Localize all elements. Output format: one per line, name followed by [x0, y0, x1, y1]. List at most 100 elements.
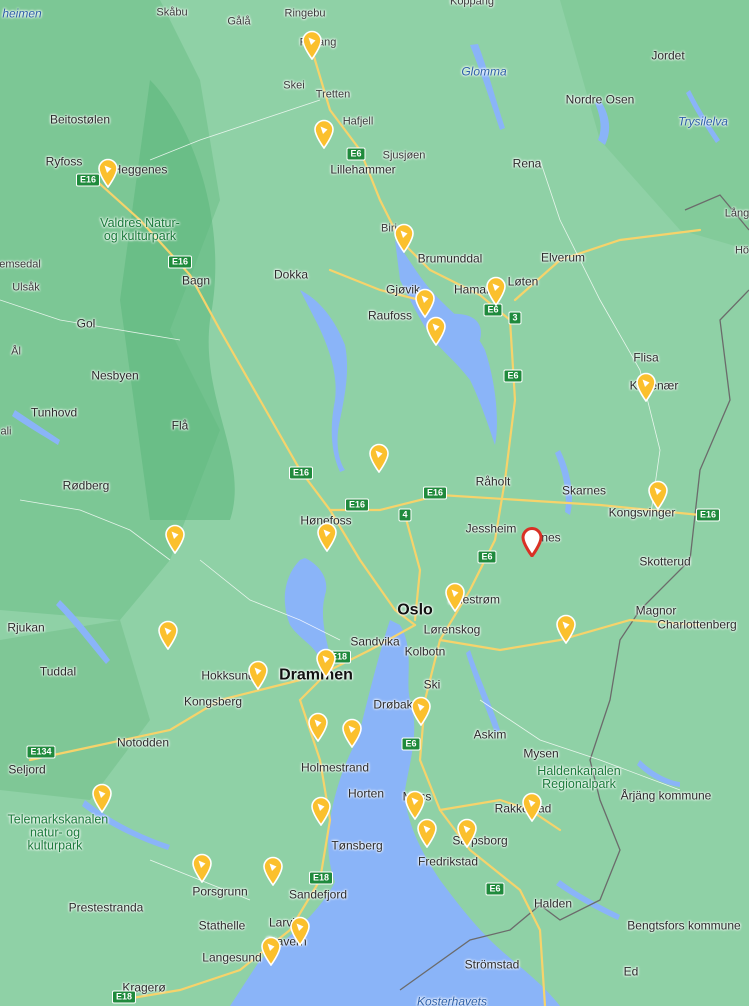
- location-pin-icon[interactable]: [191, 853, 213, 883]
- location-pin-icon[interactable]: [97, 158, 119, 188]
- location-pin-icon[interactable]: [368, 443, 390, 473]
- location-pin-icon[interactable]: [635, 372, 657, 402]
- place-label: Langesund: [202, 950, 262, 965]
- place-label: Stathelle: [198, 918, 246, 933]
- road-shield: E6: [477, 550, 497, 564]
- location-pin-icon[interactable]: [647, 480, 669, 510]
- place-label: Kongsberg: [183, 694, 243, 709]
- place-label: Skåbu: [156, 6, 188, 19]
- place-label: Halden: [533, 896, 573, 911]
- location-pin-icon[interactable]: [91, 783, 113, 813]
- place-label: Prestestranda: [68, 900, 144, 915]
- place-label: Hö: [734, 244, 749, 257]
- location-pin-icon[interactable]: [521, 792, 543, 822]
- place-label: Trysilelva: [678, 114, 728, 129]
- location-pin-icon[interactable]: [313, 119, 335, 149]
- place-label: Dokka: [273, 267, 309, 282]
- place-label: Tuddal: [39, 664, 77, 679]
- place-label: Flå: [171, 418, 189, 433]
- place-label: Lång: [724, 207, 749, 220]
- location-pin-icon[interactable]: [341, 718, 363, 748]
- place-label: Råholt: [475, 474, 511, 489]
- location-pin-icon[interactable]: [307, 712, 329, 742]
- place-label: Drøbak: [373, 697, 413, 712]
- place-label: Ski: [423, 677, 441, 692]
- location-pin-icon[interactable]: [410, 696, 432, 726]
- place-label: Sandvika: [350, 634, 400, 649]
- place-label: Holmestrand: [300, 760, 370, 775]
- place-label: Sandefjord: [288, 887, 348, 902]
- place-label: Ryfoss: [45, 154, 83, 169]
- location-pin-icon[interactable]: [247, 660, 269, 690]
- place-label: Ål: [11, 345, 21, 358]
- location-pin-icon[interactable]: [485, 276, 507, 306]
- place-label: Tønsberg: [331, 838, 383, 853]
- location-pin-icon[interactable]: [416, 818, 438, 848]
- location-pin-icon[interactable]: [289, 916, 311, 946]
- place-label: Nordre Osen: [565, 92, 635, 107]
- place-label: Løten: [507, 274, 539, 289]
- place-label: Bengtsfors kommune: [627, 918, 741, 933]
- location-pin-icon[interactable]: [425, 316, 447, 346]
- location-pin-icon[interactable]: [404, 790, 426, 820]
- place-label: Elverum: [540, 250, 586, 265]
- place-label: Lørenskog: [423, 622, 481, 637]
- place-label: Porsgrunn: [192, 884, 248, 899]
- place-label: Oslo: [397, 601, 433, 619]
- place-label: Årjäng kommune: [620, 788, 712, 803]
- road-shield: 3: [508, 311, 522, 325]
- location-pin-icon[interactable]: [555, 614, 577, 644]
- place-label: Kosterhavets: [416, 994, 488, 1006]
- place-label: Rjukan: [7, 620, 45, 635]
- location-pin-icon[interactable]: [301, 30, 323, 60]
- road-shield: E6: [503, 369, 523, 383]
- place-label: Rødberg: [62, 478, 110, 493]
- place-label: Mysen: [523, 746, 559, 761]
- road-shield: E16: [422, 486, 448, 500]
- place-label: Ulsåk: [12, 281, 40, 294]
- place-label: Charlottenberg: [657, 617, 737, 632]
- location-pin-icon[interactable]: [456, 818, 478, 848]
- road-shield: E16: [288, 466, 314, 480]
- place-label: Fredrikstad: [417, 854, 479, 869]
- place-label: Flisa: [633, 350, 659, 365]
- place-label: Tretten: [315, 88, 351, 101]
- location-pin-icon[interactable]: [316, 522, 338, 552]
- road-shield: E6: [485, 882, 505, 896]
- place-label: Askim: [473, 727, 507, 742]
- place-label: Raufoss: [367, 308, 413, 323]
- location-pin-icon[interactable]: [414, 288, 436, 318]
- location-pin-icon[interactable]: [315, 648, 337, 678]
- location-pin-icon[interactable]: [262, 856, 284, 886]
- location-pin-icon[interactable]: [310, 796, 332, 826]
- place-label: Strömstad: [464, 957, 520, 972]
- road-shield: 4: [398, 508, 412, 522]
- location-pin-icon[interactable]: [393, 223, 415, 253]
- road-shield: E16: [344, 498, 370, 512]
- selected-location-pin-icon[interactable]: [521, 527, 543, 557]
- road-shield: E6: [346, 147, 366, 161]
- place-label: Gålå: [227, 15, 251, 28]
- map-canvas[interactable]: SkåbuGålåRingebuKoppangJordetFåvangGlomm…: [0, 0, 749, 1006]
- place-label: Valdres Natur- og kulturpark: [100, 216, 180, 243]
- location-pin-icon[interactable]: [444, 582, 466, 612]
- place-label: Heggenes: [112, 162, 168, 177]
- place-label: Glomma: [461, 64, 507, 79]
- place-label: Ringebu: [284, 7, 326, 20]
- place-label: Sjusjøen: [382, 149, 426, 162]
- place-label: Telemarkskanalen natur- og kulturpark: [7, 812, 109, 853]
- place-label: Nesbyen: [91, 368, 139, 383]
- place-label: Rena: [512, 156, 542, 171]
- place-label: Notodden: [116, 735, 170, 750]
- place-label: ali: [0, 425, 12, 438]
- location-pin-icon[interactable]: [157, 620, 179, 650]
- place-label: Haldenkanalen Regionalpark: [537, 764, 621, 791]
- location-pin-icon[interactable]: [164, 524, 186, 554]
- place-label: Jessheim: [465, 521, 517, 536]
- place-label: Lillehammer: [330, 162, 396, 177]
- location-pin-icon[interactable]: [260, 936, 282, 966]
- place-label: Ed: [623, 964, 639, 979]
- place-label: Koppang: [449, 0, 495, 8]
- place-label: Seljord: [8, 762, 46, 777]
- place-label: Horten: [347, 786, 385, 801]
